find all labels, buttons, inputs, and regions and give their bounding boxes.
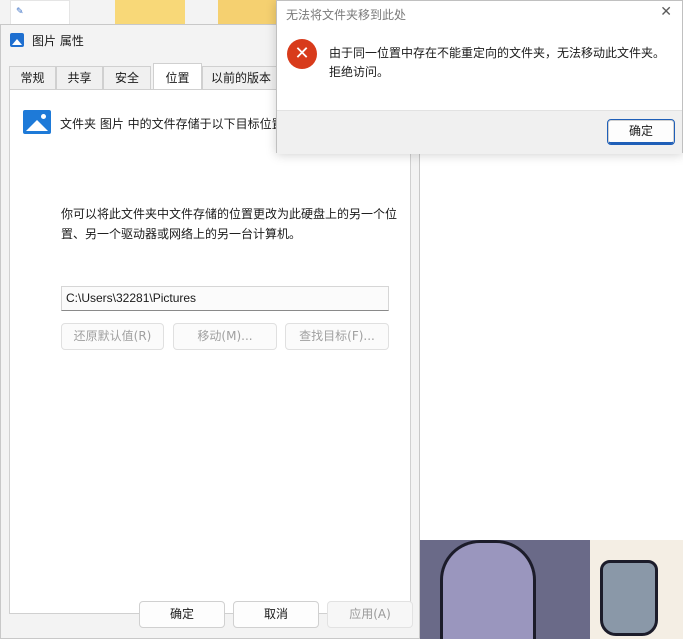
error-dialog-footer: 确定 <box>277 110 682 154</box>
file-icon: ✎ <box>16 7 24 17</box>
location-heading: 文件夹 图片 中的文件存储于以下目标位置 <box>60 117 284 131</box>
tab-sharing[interactable]: 共享 <box>56 66 103 89</box>
restore-default-button[interactable]: 还原默认值(R) <box>61 323 164 350</box>
tab-previous-versions[interactable]: 以前的版本 <box>202 66 280 89</box>
error-dialog: 无法将文件夹移到此处 ✕ ✕ 由于同一位置中存在不能重定向的文件夹，无法移动此文… <box>276 0 683 154</box>
cancel-button[interactable]: 取消 <box>233 601 319 628</box>
pictures-folder-icon <box>10 33 24 47</box>
illustration-shape <box>440 540 536 639</box>
error-message: 由于同一位置中存在不能重定向的文件夹，无法移动此文件夹。拒绝访问。 <box>329 46 666 79</box>
background-window-area <box>420 150 683 540</box>
tab-security[interactable]: 安全 <box>103 66 151 89</box>
apply-button[interactable]: 应用(A) <box>327 601 413 628</box>
error-dialog-title: 无法将文件夹移到此处 <box>286 8 407 22</box>
error-icon: ✕ <box>287 39 317 69</box>
find-target-button[interactable]: 查找目标(F)... <box>285 323 389 350</box>
move-button[interactable]: 移动(M)... <box>173 323 277 350</box>
tab-general[interactable]: 常规 <box>9 66 56 89</box>
location-tab-panel: 文件夹 图片 中的文件存储于以下目标位置 你可以将此文件夹中文件存储的位置更改为… <box>9 89 411 614</box>
tab-location[interactable]: 位置 <box>153 63 202 89</box>
folder-thumbnail[interactable] <box>218 0 278 26</box>
file-thumbnail[interactable]: ✎ <box>10 0 70 26</box>
error-ok-button[interactable]: 确定 <box>607 119 675 145</box>
location-description: 你可以将此文件夹中文件存储的位置更改为此硬盘上的另一个位置、另一个驱动器或网络上… <box>61 207 398 241</box>
background-image-preview <box>420 540 683 639</box>
properties-title: 图片 属性 <box>32 34 84 48</box>
illustration-hand <box>600 560 658 636</box>
folder-thumbnail[interactable] <box>115 0 185 26</box>
pictures-folder-icon <box>23 110 51 134</box>
ok-button[interactable]: 确定 <box>139 601 225 628</box>
location-path-input[interactable]: C:\Users\32281\Pictures <box>61 286 389 311</box>
close-icon[interactable]: ✕ <box>660 4 672 20</box>
